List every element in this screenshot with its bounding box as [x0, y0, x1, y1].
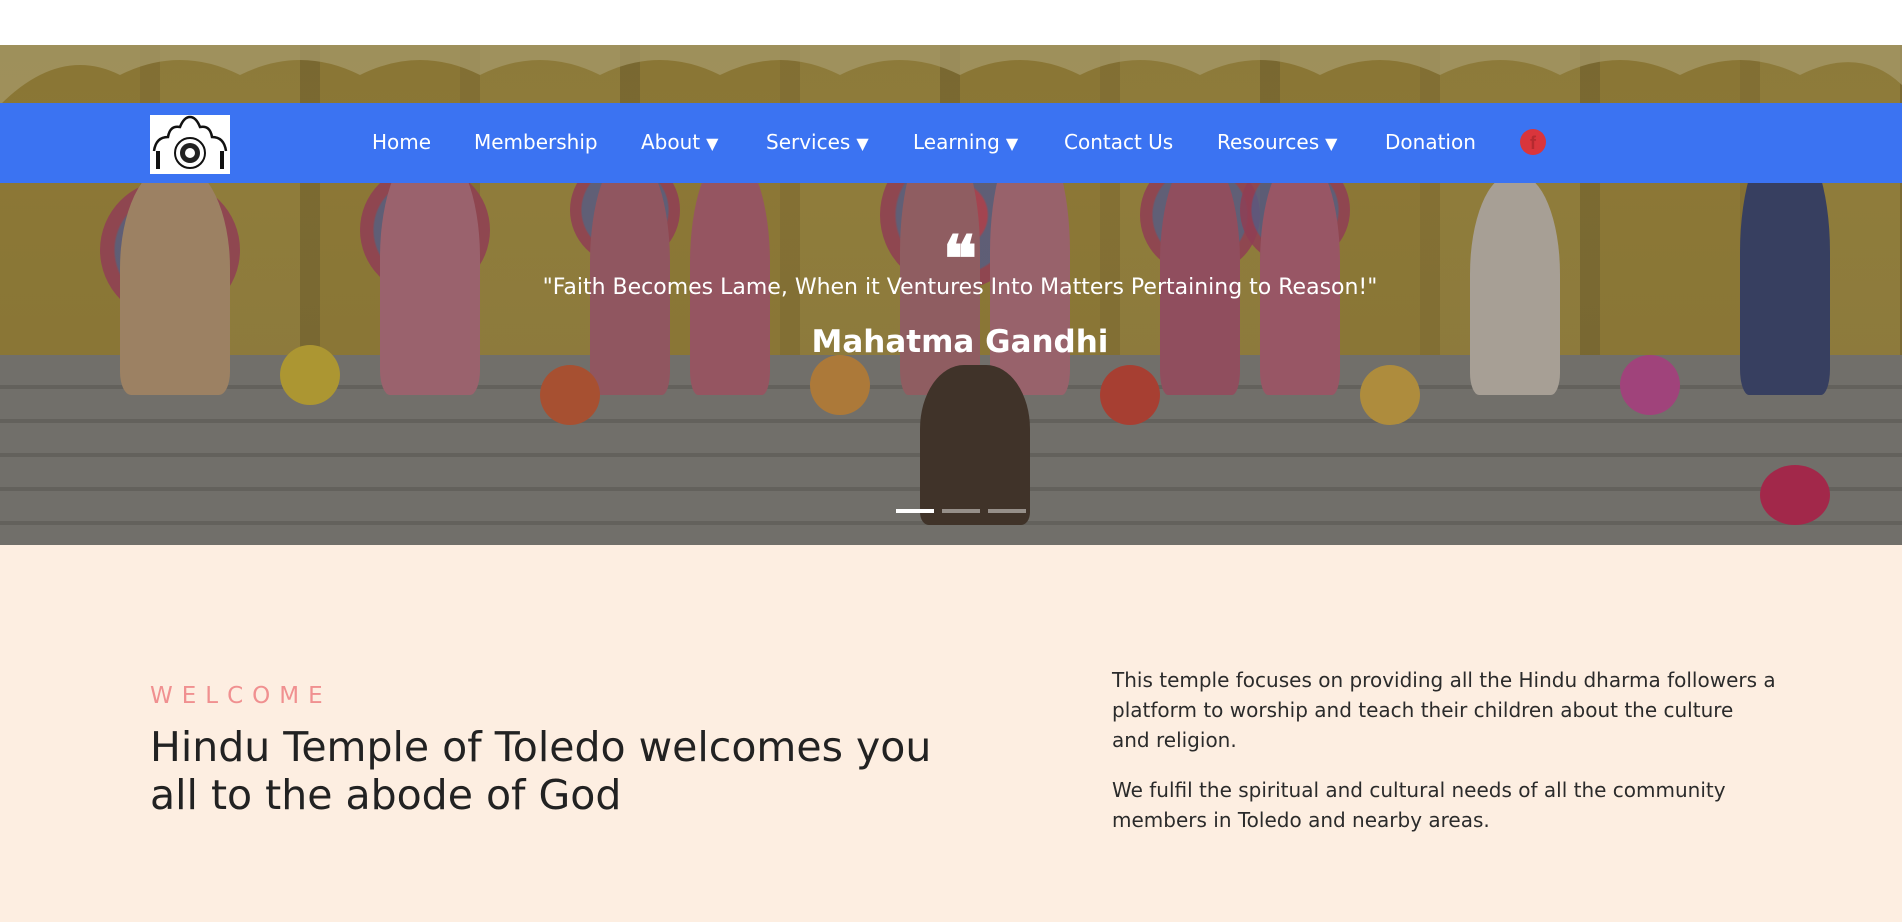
- chevron-down-icon: ▼: [1005, 134, 1019, 153]
- welcome-headline: Hindu Temple of Toledo welcomes you all …: [150, 723, 932, 819]
- chevron-down-icon: ▼: [706, 134, 719, 153]
- nav-about-label: About: [641, 130, 701, 154]
- nav-services-label: Services: [766, 130, 851, 154]
- main-navigation: Home Membership About ▼ Services ▼ Learnin…: [0, 103, 1902, 183]
- temple-logo-icon: [152, 115, 228, 169]
- nav-membership[interactable]: Membership: [474, 128, 598, 156]
- nav-learning-label: Learning: [913, 130, 1000, 154]
- welcome-paragraph: This temple focuses on providing all the…: [1112, 668, 1776, 752]
- hero-quote: "Faith Becomes Lame, When it Ventures In…: [542, 275, 1378, 300]
- carousel-dot-1[interactable]: [896, 509, 934, 513]
- carousel-indicators: [896, 509, 1026, 513]
- top-white-bar: [0, 0, 1902, 45]
- welcome-section: WELCOME Hindu Temple of Toledo welcomes …: [0, 545, 1902, 922]
- welcome-paragraph: We fulfil the spiritual and cultural nee…: [1112, 778, 1726, 832]
- chevron-down-icon: ▼: [856, 134, 869, 153]
- temple-logo[interactable]: [150, 115, 230, 174]
- nav-services[interactable]: Services ▼: [766, 128, 869, 158]
- nav-contact-us[interactable]: Contact Us: [1064, 128, 1173, 156]
- nav-donation-label: Donation: [1385, 130, 1476, 154]
- carousel-dot-2[interactable]: [942, 509, 980, 513]
- nav-contact-us-label: Contact Us: [1064, 130, 1174, 154]
- nav-about[interactable]: About ▼: [641, 128, 718, 158]
- carousel-dot-3[interactable]: [988, 509, 1026, 513]
- nav-home-label: Home: [372, 130, 432, 154]
- nav-home[interactable]: Home: [372, 128, 431, 156]
- nav-membership-label: Membership: [474, 130, 598, 154]
- hero-quote-author: Mahatma Gandhi: [811, 324, 1109, 360]
- facebook-icon[interactable]: f: [1520, 129, 1546, 155]
- facebook-glyph: f: [1530, 133, 1536, 153]
- chevron-down-icon: ▼: [1325, 134, 1338, 153]
- nav-resources[interactable]: Resources ▼: [1217, 128, 1337, 158]
- welcome-kicker: WELCOME: [150, 683, 332, 709]
- nav-learning[interactable]: Learning ▼: [913, 128, 1018, 158]
- nav-donation[interactable]: Donation: [1385, 128, 1476, 156]
- nav-resources-label: Resources: [1217, 130, 1320, 154]
